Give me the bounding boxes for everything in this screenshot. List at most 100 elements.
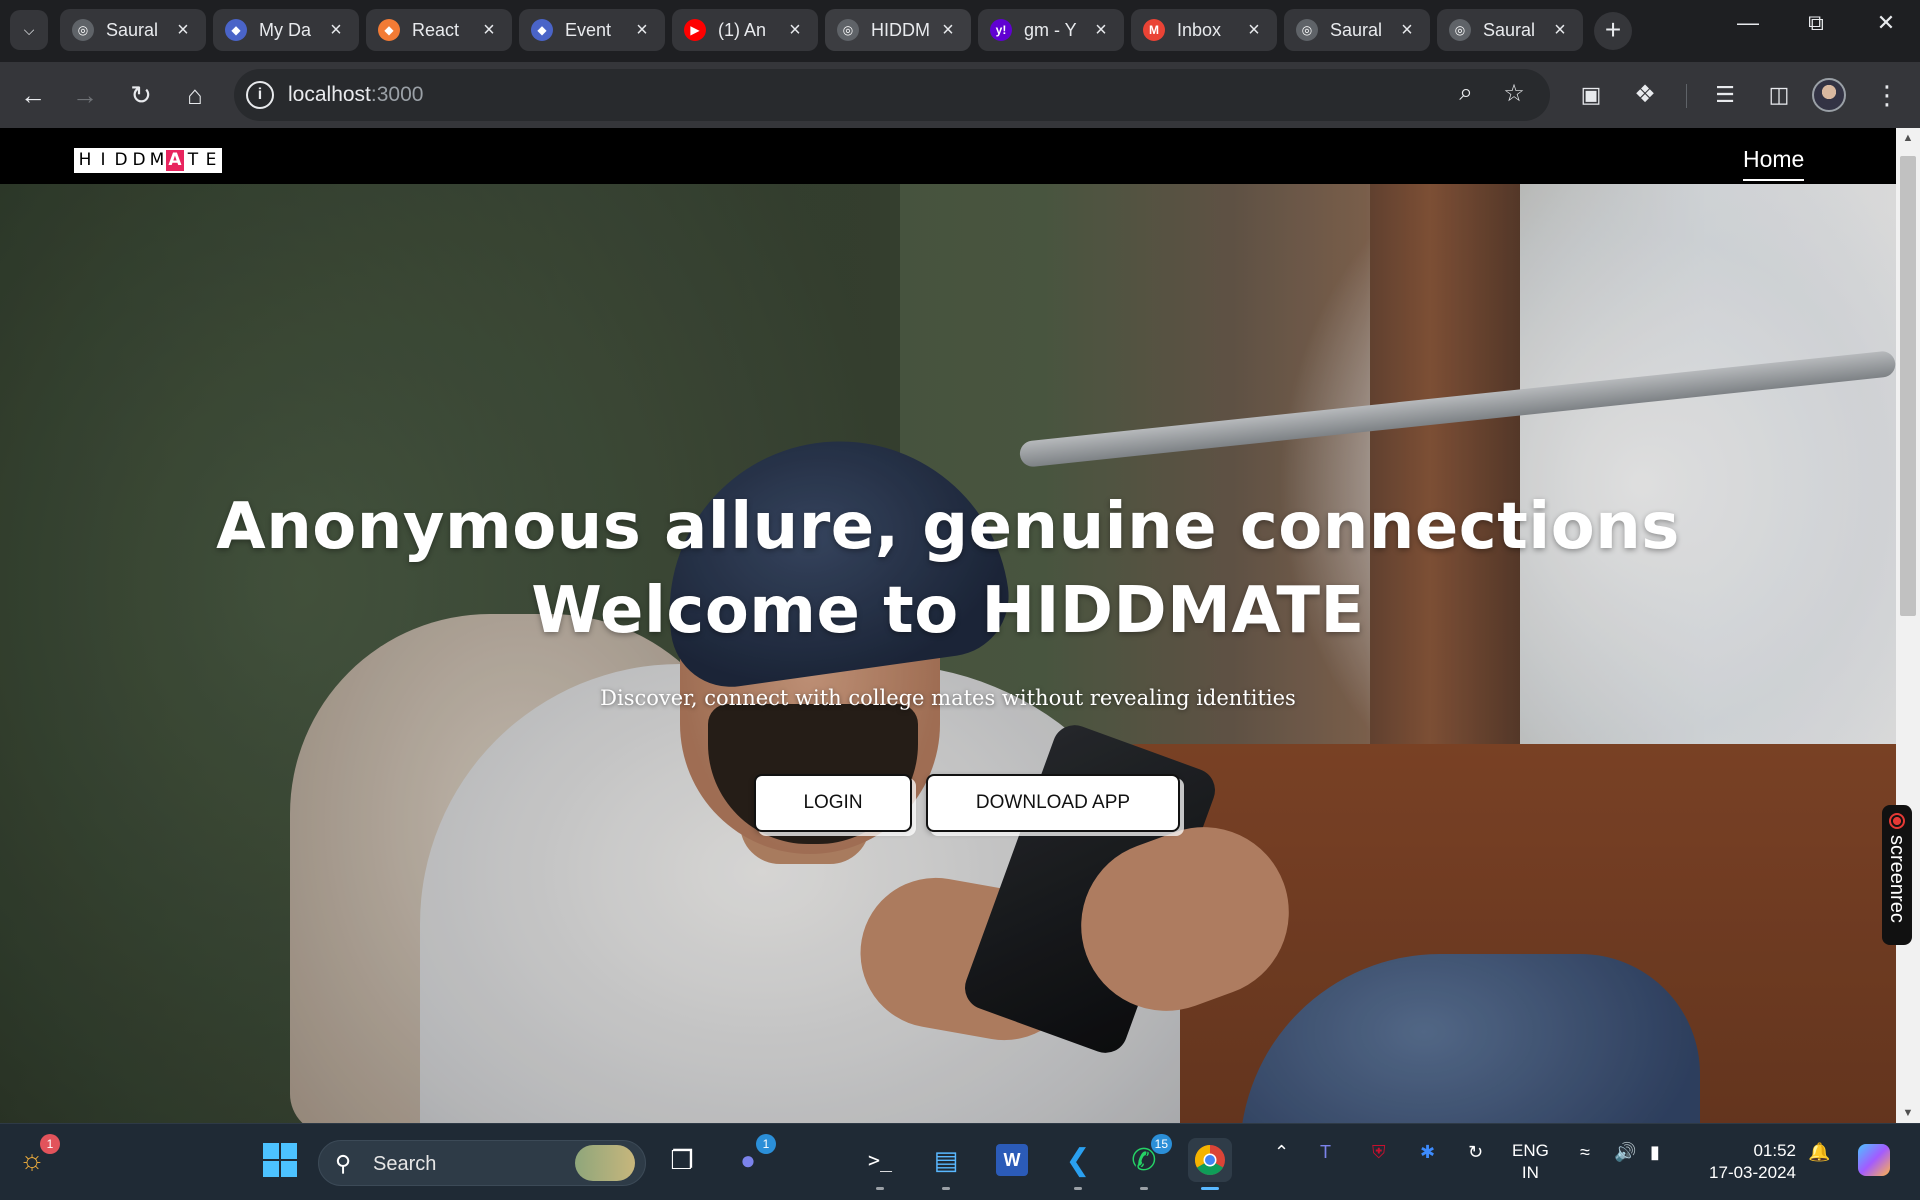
minimize-button[interactable]: — xyxy=(1728,10,1768,36)
notification-bell-icon[interactable]: 🔔 xyxy=(1808,1142,1830,1163)
language-line2: IN xyxy=(1521,1163,1539,1182)
new-tab-button[interactable]: + xyxy=(1594,12,1632,50)
logo-letter: D xyxy=(130,150,148,171)
scroll-up-icon[interactable]: ▲ xyxy=(1896,128,1920,148)
browser-tab[interactable]: ◆ React × xyxy=(366,9,512,51)
restore-button[interactable]: ⧉ xyxy=(1796,10,1836,36)
clock-time: 01:52 xyxy=(1753,1141,1796,1160)
terminal-app[interactable]: >_ xyxy=(858,1138,902,1190)
browser-tab[interactable]: ◎ Saural × xyxy=(1284,9,1430,51)
download-app-button[interactable]: DOWNLOAD APP xyxy=(926,774,1180,832)
teams-chat-button[interactable]: ● 1 xyxy=(726,1134,776,1182)
hero-title-line1: Anonymous allure, genuine connections xyxy=(216,490,1680,564)
notepad-app[interactable]: ▤ xyxy=(924,1138,968,1190)
browser-tab-strip: ⌵ ◎ Saural × ◆ My Da × ◆ React × ◆ Event × ▶ (1) An × ◎… xyxy=(0,0,1920,62)
scroll-down-icon[interactable]: ▼ xyxy=(1896,1103,1920,1123)
close-tab-icon[interactable]: × xyxy=(1396,19,1418,42)
word-icon: W xyxy=(996,1144,1028,1176)
youtube-icon: ▶ xyxy=(684,19,706,41)
hero-section: Anonymous allure, genuine connections We… xyxy=(0,184,1896,1123)
site-navbar: HIDDMATE Home xyxy=(0,128,1896,184)
minimize-icon: — xyxy=(1737,10,1759,35)
home-button[interactable]: ⌂ xyxy=(174,74,216,116)
word-app[interactable]: W xyxy=(990,1138,1034,1182)
url-host: localhost xyxy=(288,83,371,106)
plus-icon: + xyxy=(1604,14,1622,45)
browser-tab[interactable]: ◎ Saural × xyxy=(1437,9,1583,51)
reload-button[interactable]: ↻ xyxy=(120,74,162,116)
vscode-app[interactable]: ❮ xyxy=(1056,1138,1100,1190)
volume-icon[interactable]: 🔊 xyxy=(1614,1142,1636,1163)
browser-tab[interactable]: ▶ (1) An × xyxy=(672,9,818,51)
bluetooth-icon[interactable]: ✱ xyxy=(1420,1142,1435,1163)
taskbar-search-placeholder: Search xyxy=(373,1153,437,1175)
close-tab-icon[interactable]: × xyxy=(784,19,806,42)
back-button[interactable]: ← xyxy=(12,74,54,116)
close-tab-icon[interactable]: × xyxy=(325,19,347,42)
browser-tab[interactable]: ◎ Saural × xyxy=(60,9,206,51)
gmail-icon: M xyxy=(1143,19,1165,41)
bookmark-star-icon[interactable]: ☆ xyxy=(1498,79,1530,108)
hiddmate-logo[interactable]: HIDDMATE xyxy=(74,148,222,173)
teams-tray-icon[interactable]: T xyxy=(1320,1142,1331,1163)
close-tab-icon[interactable]: × xyxy=(1243,19,1265,42)
browser-tab[interactable]: ◆ My Da × xyxy=(213,9,359,51)
close-window-button[interactable]: ✕ xyxy=(1866,10,1906,36)
screenrec-widget[interactable]: screenrec xyxy=(1882,805,1912,945)
page-viewport: HIDDMATE Home Anonymous allure, genuine … xyxy=(0,128,1896,1123)
language-indicator[interactable]: ENG IN xyxy=(1512,1140,1549,1184)
folder-icon: ▣ xyxy=(1580,82,1602,107)
sync-icon[interactable]: ↻ xyxy=(1468,1142,1483,1163)
browser-tab[interactable]: ◆ Event × xyxy=(519,9,665,51)
zoom-icon[interactable]: ⌕ xyxy=(1450,79,1482,107)
browser-tab[interactable]: y! gm - Y × xyxy=(978,9,1124,51)
nav-home-link[interactable]: Home xyxy=(1743,146,1805,181)
taskbar-search[interactable]: ⚲ Search xyxy=(318,1140,646,1186)
weather-badge: 1 xyxy=(40,1134,60,1154)
logo-letter: T xyxy=(184,150,202,171)
close-tab-icon[interactable]: × xyxy=(937,19,959,42)
whatsapp-app[interactable]: ✆ 15 xyxy=(1122,1134,1172,1190)
close-tab-icon[interactable]: × xyxy=(631,19,653,42)
media-controls-button[interactable]: ☰ xyxy=(1704,74,1746,116)
address-url[interactable]: localhost:3000 xyxy=(288,83,423,107)
browser-tab[interactable]: M Inbox × xyxy=(1131,9,1277,51)
task-view-button[interactable]: ❐ xyxy=(660,1138,704,1182)
reload-icon: ↻ xyxy=(130,80,152,110)
globe-icon: ◎ xyxy=(1296,19,1318,41)
address-bar[interactable]: i localhost:3000 ⌕ ☆ xyxy=(234,69,1550,121)
tab-title: Event xyxy=(565,19,612,40)
site-info-icon[interactable]: i xyxy=(246,81,274,109)
chrome-app[interactable] xyxy=(1188,1138,1232,1190)
feather-icon: ◆ xyxy=(531,19,553,41)
menu-button[interactable]: ⋮ xyxy=(1866,74,1908,116)
login-button[interactable]: LOGIN xyxy=(754,774,912,832)
close-tab-icon[interactable]: × xyxy=(478,19,500,42)
tab-search-button[interactable]: ⌵ xyxy=(10,10,48,50)
profile-avatar[interactable] xyxy=(1812,78,1846,112)
logo-letter: I xyxy=(94,150,112,171)
wifi-icon[interactable]: ≈ xyxy=(1580,1142,1590,1163)
extensions-button[interactable]: ❖ xyxy=(1624,74,1666,116)
tab-groups-button[interactable]: ▣ xyxy=(1570,74,1612,116)
more-vertical-icon: ⋮ xyxy=(1874,80,1900,110)
close-tab-icon[interactable]: × xyxy=(1549,19,1571,42)
start-button[interactable] xyxy=(258,1138,302,1182)
page-scrollbar[interactable]: ▲ ▼ xyxy=(1896,128,1920,1123)
logo-letter: D xyxy=(112,150,130,171)
scroll-thumb[interactable] xyxy=(1900,156,1916,616)
mcafee-icon[interactable]: ⛨ xyxy=(1372,1142,1386,1163)
windows-logo-icon xyxy=(263,1143,297,1177)
close-tab-icon[interactable]: × xyxy=(172,19,194,42)
clock[interactable]: 01:52 17-03-2024 xyxy=(1690,1140,1796,1184)
feather-icon: ◆ xyxy=(225,19,247,41)
copilot-button[interactable] xyxy=(1852,1138,1896,1182)
weather-widget[interactable]: ☼ 1 xyxy=(10,1134,60,1182)
side-panel-button[interactable]: ◫ xyxy=(1758,74,1800,116)
browser-tab[interactable]: ◎ HIDDM × xyxy=(825,9,971,51)
close-tab-icon[interactable]: × xyxy=(1090,19,1112,42)
restore-icon: ⧉ xyxy=(1808,10,1824,35)
forward-button[interactable]: → xyxy=(64,74,106,116)
battery-icon[interactable]: ▮ xyxy=(1650,1142,1660,1163)
show-hidden-icons[interactable]: ⌃ xyxy=(1274,1142,1289,1163)
